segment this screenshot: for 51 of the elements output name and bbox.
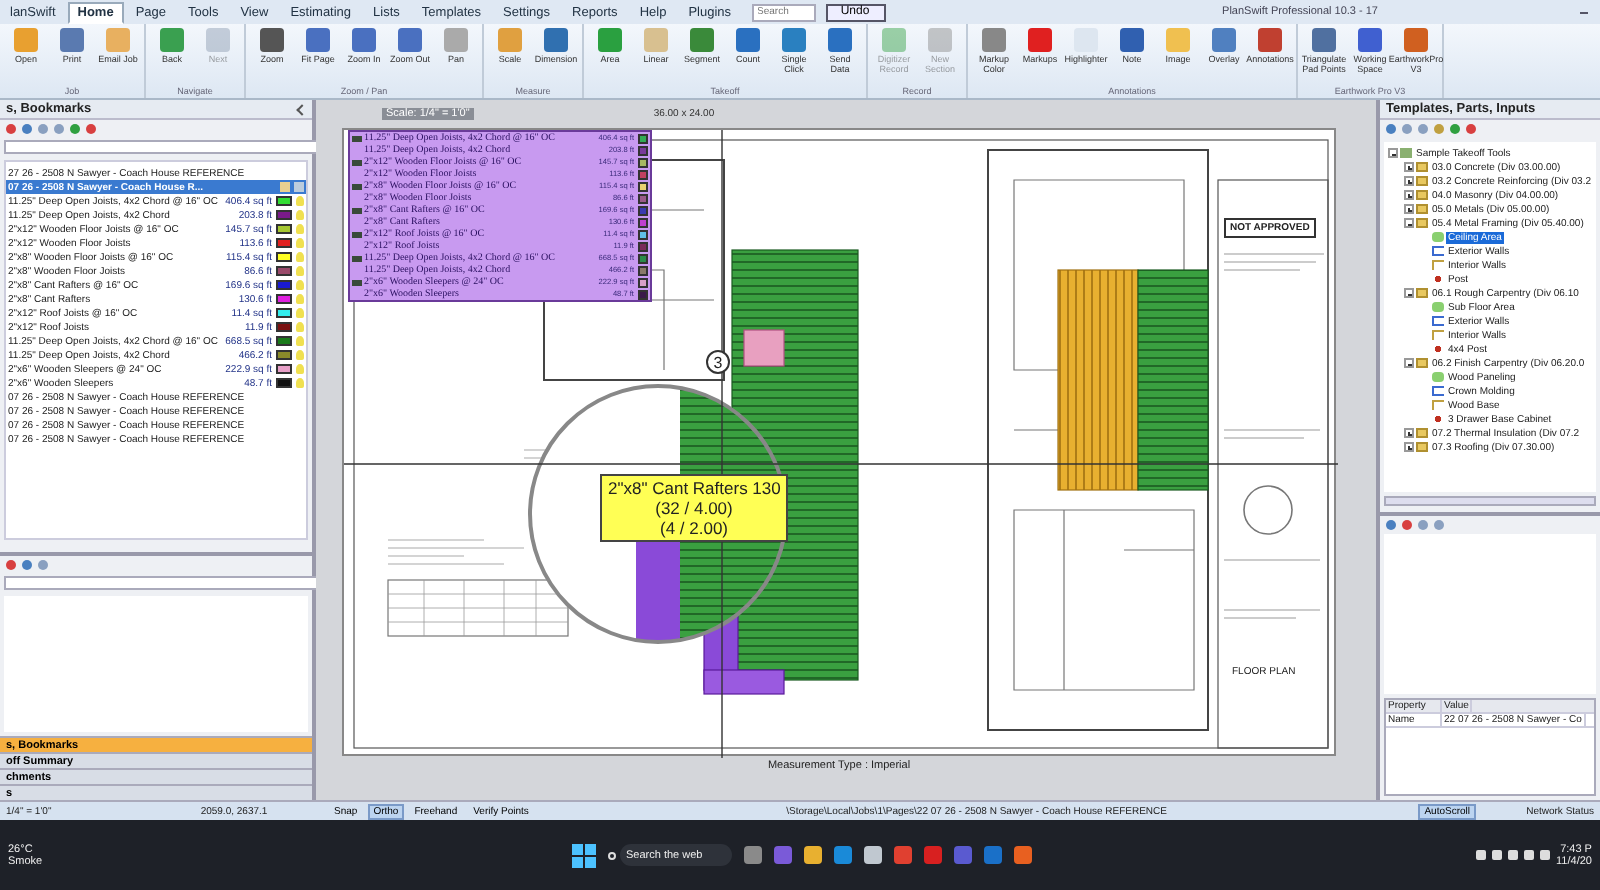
collapse-toggle[interactable] <box>1404 288 1414 298</box>
search-icon <box>608 851 617 859</box>
area-shape-icon <box>1432 372 1444 382</box>
circle-icon[interactable] <box>86 124 96 134</box>
circle-icon[interactable] <box>1434 520 1444 530</box>
circle-icon[interactable] <box>1402 520 1412 530</box>
line-icon <box>1432 386 1444 396</box>
count-dots-icon <box>1432 274 1444 284</box>
collapse-toggle[interactable] <box>1404 358 1414 368</box>
horizontal-scrollbar[interactable] <box>1384 496 1596 506</box>
circle-icon[interactable] <box>6 560 16 570</box>
expand-toggle[interactable] <box>1404 428 1414 438</box>
expand-toggle[interactable] <box>1404 204 1414 214</box>
segment-icon <box>1432 400 1444 410</box>
circle-icon[interactable] <box>22 124 32 134</box>
segment-icon <box>1432 260 1444 270</box>
segment-icon <box>1432 330 1444 340</box>
circle-icon[interactable] <box>1434 124 1444 134</box>
circle-icon[interactable] <box>1418 124 1428 134</box>
circle-icon[interactable] <box>1450 124 1460 134</box>
collapse-toggle[interactable] <box>1388 148 1398 158</box>
circle-icon[interactable] <box>38 560 48 570</box>
section-marker: 3 <box>706 350 730 374</box>
circle-icon[interactable] <box>1386 124 1396 134</box>
expand-toggle[interactable] <box>1404 190 1414 200</box>
count-dots-icon <box>1432 344 1444 354</box>
circle-icon[interactable] <box>22 560 32 570</box>
area-shape-icon <box>1432 232 1444 242</box>
callout-title: 2"x8" Cant Rafters 130 <box>608 478 780 498</box>
expand-toggle[interactable] <box>1404 176 1414 186</box>
expand-toggle[interactable] <box>1404 162 1414 172</box>
callout-text: (4 / 2.00) <box>657 518 731 538</box>
collapse-toggle[interactable] <box>1404 218 1414 228</box>
line-icon <box>1432 246 1444 256</box>
start-icon[interactable] <box>572 843 597 867</box>
count-dots-icon <box>1432 414 1444 424</box>
circle-icon[interactable] <box>1466 124 1476 134</box>
circle-icon[interactable] <box>6 124 16 134</box>
circle-icon[interactable] <box>1402 124 1412 134</box>
circle-icon[interactable] <box>1386 520 1396 530</box>
template-icon <box>1400 148 1412 158</box>
circle-icon[interactable] <box>1418 520 1428 530</box>
circle-icon[interactable] <box>70 124 80 134</box>
collapse-icon[interactable] <box>296 103 308 115</box>
minimize-icon[interactable] <box>1580 11 1588 13</box>
circle-icon[interactable] <box>54 124 64 134</box>
circle-icon[interactable] <box>38 124 48 134</box>
line-icon <box>1432 316 1444 326</box>
area-shape-icon <box>1432 302 1444 312</box>
expand-toggle[interactable] <box>1404 442 1414 452</box>
callout-text: (32 / 4.00) <box>653 498 735 518</box>
